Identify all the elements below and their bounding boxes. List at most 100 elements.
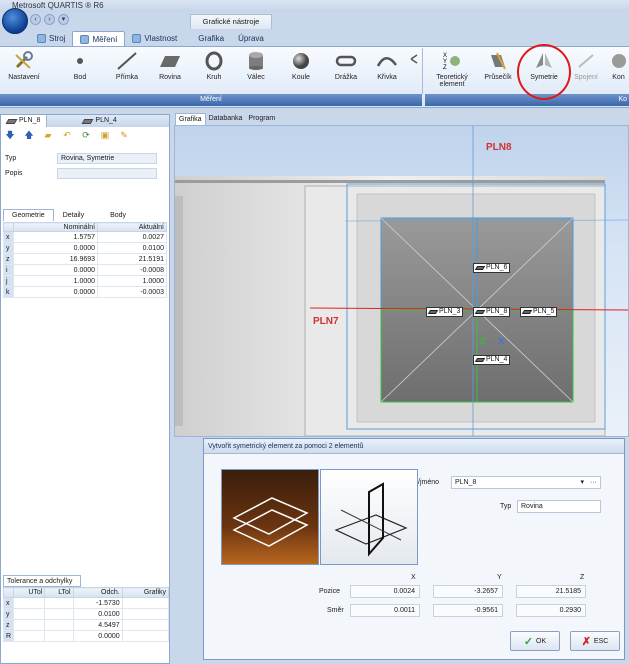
valec-button[interactable]: Válec <box>238 49 274 91</box>
koule-button[interactable]: Koule <box>283 49 319 91</box>
forward-icon[interactable]: › <box>44 13 55 25</box>
table-row[interactable]: i 0.0000 -0.0008 <box>3 264 167 276</box>
ok-button[interactable]: ✓ OK <box>510 631 560 651</box>
chevron-down-icon[interactable]: ▾ <box>580 477 584 489</box>
rovina-button[interactable]: Rovina <box>150 49 190 91</box>
nastaveni-button[interactable]: Nastavení <box>4 49 44 91</box>
pln-4-marker[interactable]: PLN_4 <box>473 355 511 365</box>
detail-tabs: Geometrie Detaily Body <box>3 209 135 221</box>
tab-mereni[interactable]: Měření <box>72 31 126 46</box>
smer-z[interactable]: 0.2930 <box>516 604 586 617</box>
pln-6-marker[interactable]: PLN_6 <box>473 263 511 273</box>
teoreticky-element-button[interactable]: XYZ Teoretický element <box>432 49 472 91</box>
kruh-button[interactable]: Kruh <box>196 49 232 91</box>
graphics-viewport[interactable]: PLN8 PLN7 PLN_6 PLN_3 PLN_8 PLN_5 PLN_4 … <box>174 125 629 437</box>
lock-icon[interactable]: ▣ <box>100 130 110 140</box>
more-icon[interactable]: ··· <box>590 477 597 489</box>
plane-icon <box>474 310 486 314</box>
back-icon[interactable]: ‹ <box>30 13 41 25</box>
plane-icon <box>159 51 181 71</box>
connect-icon <box>575 51 597 71</box>
curve-icon <box>376 51 398 71</box>
point-icon <box>69 51 91 71</box>
measure-icon <box>80 34 90 44</box>
tab-geometrie[interactable]: Geometrie <box>3 209 54 221</box>
table-row[interactable]: x -1.5730 <box>2 597 170 609</box>
property-icon <box>132 34 142 43</box>
folder-icon[interactable]: ▰ <box>43 130 53 140</box>
typ-value: Rovina, Symetrie <box>57 153 157 164</box>
ribbon-tabs: Stroj Měření Vlastnost Grafika Úprava <box>30 31 271 46</box>
app-menu-button[interactable] <box>2 8 28 34</box>
tab-uprava[interactable]: Úprava <box>231 31 271 46</box>
prusecik-button[interactable]: Průsečík <box>480 49 516 91</box>
smer-y[interactable]: -0.9561 <box>433 604 503 617</box>
popis-row: Popis <box>5 168 157 179</box>
tab-grafika[interactable]: Grafika <box>184 31 231 46</box>
table-row[interactable]: x 1.5757 0.0027 <box>3 231 167 243</box>
axis-z-label: Z <box>480 336 486 346</box>
refresh-icon[interactable]: ⟳ <box>81 130 91 140</box>
quick-access-toolbar: ‹ › ▾ <box>30 12 69 26</box>
table-row[interactable]: j 1.0000 1.0000 <box>3 275 167 287</box>
pln-8-marker[interactable]: PLN_8 <box>473 307 511 317</box>
pozice-z[interactable]: 21.5185 <box>516 585 586 598</box>
table-row[interactable]: k 0.0000 -0.0003 <box>3 286 167 298</box>
spojeni-button[interactable]: Spojení <box>568 49 604 91</box>
popis-field[interactable] <box>57 168 157 179</box>
pozice-x[interactable]: 0.0024 <box>350 585 420 598</box>
table-row[interactable]: z 16.9693 21.5191 <box>3 253 167 265</box>
col-odch: Odch. <box>72 587 123 598</box>
tab-stroj[interactable]: Stroj <box>30 31 72 46</box>
crossed-planes-icon <box>334 482 408 557</box>
tab-program[interactable]: Program <box>245 113 278 125</box>
col-y-header: Y <box>497 574 502 581</box>
cylinder-icon <box>245 51 267 71</box>
sphere-icon <box>290 51 312 71</box>
arrow-down-icon[interactable]: 🡇 <box>5 130 15 140</box>
pencil-icon[interactable]: ✎ <box>119 130 129 140</box>
mode-two-planes-button[interactable] <box>221 469 319 565</box>
tab-detaily[interactable]: Detaily <box>54 209 93 221</box>
tab-databanka[interactable]: Databanka <box>206 113 246 125</box>
bod-button[interactable]: Bod <box>60 49 100 91</box>
tab-pln-8[interactable]: PLN_8 <box>1 115 48 127</box>
tab-pln-4[interactable]: PLN_4 <box>77 115 122 127</box>
checkmark-icon: ✓ <box>523 635 534 648</box>
ribbon-separator <box>422 48 423 94</box>
drazka-button[interactable]: Drážka <box>328 49 364 91</box>
mode-crossed-planes-button[interactable] <box>320 469 418 565</box>
pozice-label: Pozice <box>319 588 341 595</box>
table-row[interactable]: y 0.0000 0.0100 <box>3 242 167 254</box>
app-title: Metrosoft QUARTIS ® R6 <box>12 1 104 10</box>
col-x-header: X <box>411 574 416 581</box>
table-row[interactable]: R 0.0000 <box>2 630 170 642</box>
kon-button[interactable]: Kon <box>608 49 629 91</box>
table-row[interactable]: y 0.0100 <box>2 608 170 620</box>
ribbon-group-mereni: Měření <box>0 94 422 106</box>
tab-grafika-view[interactable]: Grafika <box>175 113 206 125</box>
tab-body[interactable]: Body <box>93 209 135 221</box>
col-nominal: Nominální <box>12 222 99 232</box>
col-utol: UTol <box>13 587 46 598</box>
pln-3-marker[interactable]: PLN_3 <box>426 307 464 317</box>
undo-icon[interactable]: ↶ <box>62 130 72 140</box>
tab-tolerance[interactable]: Tolerance a odchylky <box>3 575 81 587</box>
esc-button[interactable]: ✗ ESC <box>570 631 620 651</box>
krivka-button[interactable]: Křivka <box>368 49 406 91</box>
smer-x[interactable]: 0.0011 <box>350 604 420 617</box>
primka-button[interactable]: Přímka <box>106 49 148 91</box>
pozice-y[interactable]: -3.2657 <box>433 585 503 598</box>
tolerance-table: UTol LTol Odch. Grafiky x -1.5730 y 0.0100… <box>2 587 170 642</box>
construct-icon <box>608 51 629 71</box>
name-field[interactable]: PLN_8 ▾ ··· <box>451 476 601 489</box>
pln-5-marker[interactable]: PLN_5 <box>520 307 558 317</box>
plane-icon <box>5 118 18 124</box>
dropdown-icon[interactable]: ▾ <box>58 13 69 25</box>
arrow-up-icon[interactable]: 🡅 <box>24 130 34 140</box>
element-panel: PLN_8 PLN_4 🡇 🡅 ▰ ↶ ⟳ ▣ ✎ Typ Rovina, Sy… <box>0 114 170 664</box>
more-measure-icon[interactable] <box>408 49 422 91</box>
tab-vlastnost[interactable]: Vlastnost <box>125 31 184 46</box>
plane-icon <box>81 118 94 124</box>
table-row[interactable]: z 4.5497 <box>2 619 170 631</box>
